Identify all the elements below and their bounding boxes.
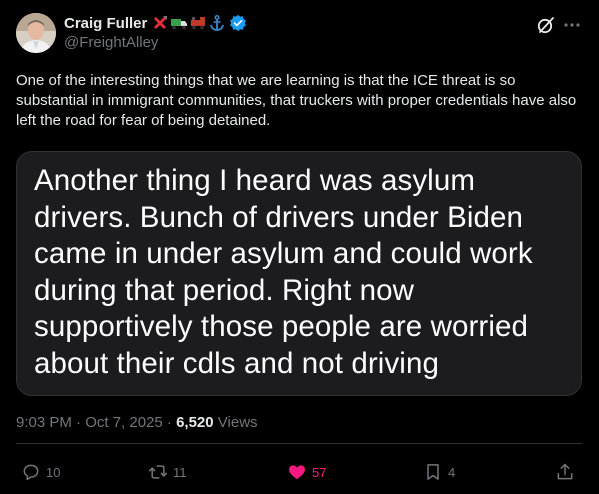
grok-icon[interactable]	[536, 15, 556, 35]
like-count: 57	[312, 464, 327, 480]
reply-count: 10	[46, 464, 61, 480]
author-handle[interactable]: @FreightAlley	[64, 34, 158, 51]
like-button[interactable]: 57	[287, 462, 326, 482]
reply-icon	[23, 464, 39, 481]
tweet-meta: 9:03 PM · Oct 7, 2025 · 6,520 Views	[16, 414, 258, 431]
name-emojis	[151, 14, 226, 32]
retweet-icon	[148, 465, 168, 479]
timestamp[interactable]: 9:03 PM · Oct 7, 2025 ·	[16, 414, 176, 431]
tweet: Craig Fuller @FreightAlley One of the in…	[0, 0, 599, 494]
locomotive-icon	[191, 17, 206, 30]
tweet-text: One of the interesting things that we ar…	[16, 72, 577, 129]
bookmark-count: 4	[448, 464, 456, 480]
anchor-icon	[210, 14, 225, 31]
avatar[interactable]	[16, 13, 56, 53]
bookmark-icon	[427, 464, 439, 480]
cross-mark-icon	[154, 16, 168, 29]
more-options-icon[interactable]	[562, 15, 582, 35]
author-name[interactable]: Craig Fuller	[64, 15, 147, 32]
bookmark-button[interactable]: 4	[423, 462, 455, 482]
heart-icon	[289, 465, 305, 480]
verified-badge-icon	[230, 14, 247, 32]
retweet-button[interactable]: 11	[148, 462, 187, 482]
divider	[16, 443, 582, 444]
views-count: 6,520	[176, 414, 214, 431]
share-icon	[557, 463, 573, 480]
views-label: Views	[213, 414, 258, 431]
tweet-image[interactable]: Another thing I heard was asylum drivers…	[16, 151, 582, 396]
retweet-count: 11	[173, 464, 187, 480]
author-row: Craig Fuller	[64, 13, 247, 33]
truck-icon	[171, 19, 188, 30]
reply-button[interactable]: 10	[21, 462, 60, 482]
share-button[interactable]	[555, 462, 575, 482]
image-text: Another thing I heard was asylum drivers…	[34, 164, 533, 380]
